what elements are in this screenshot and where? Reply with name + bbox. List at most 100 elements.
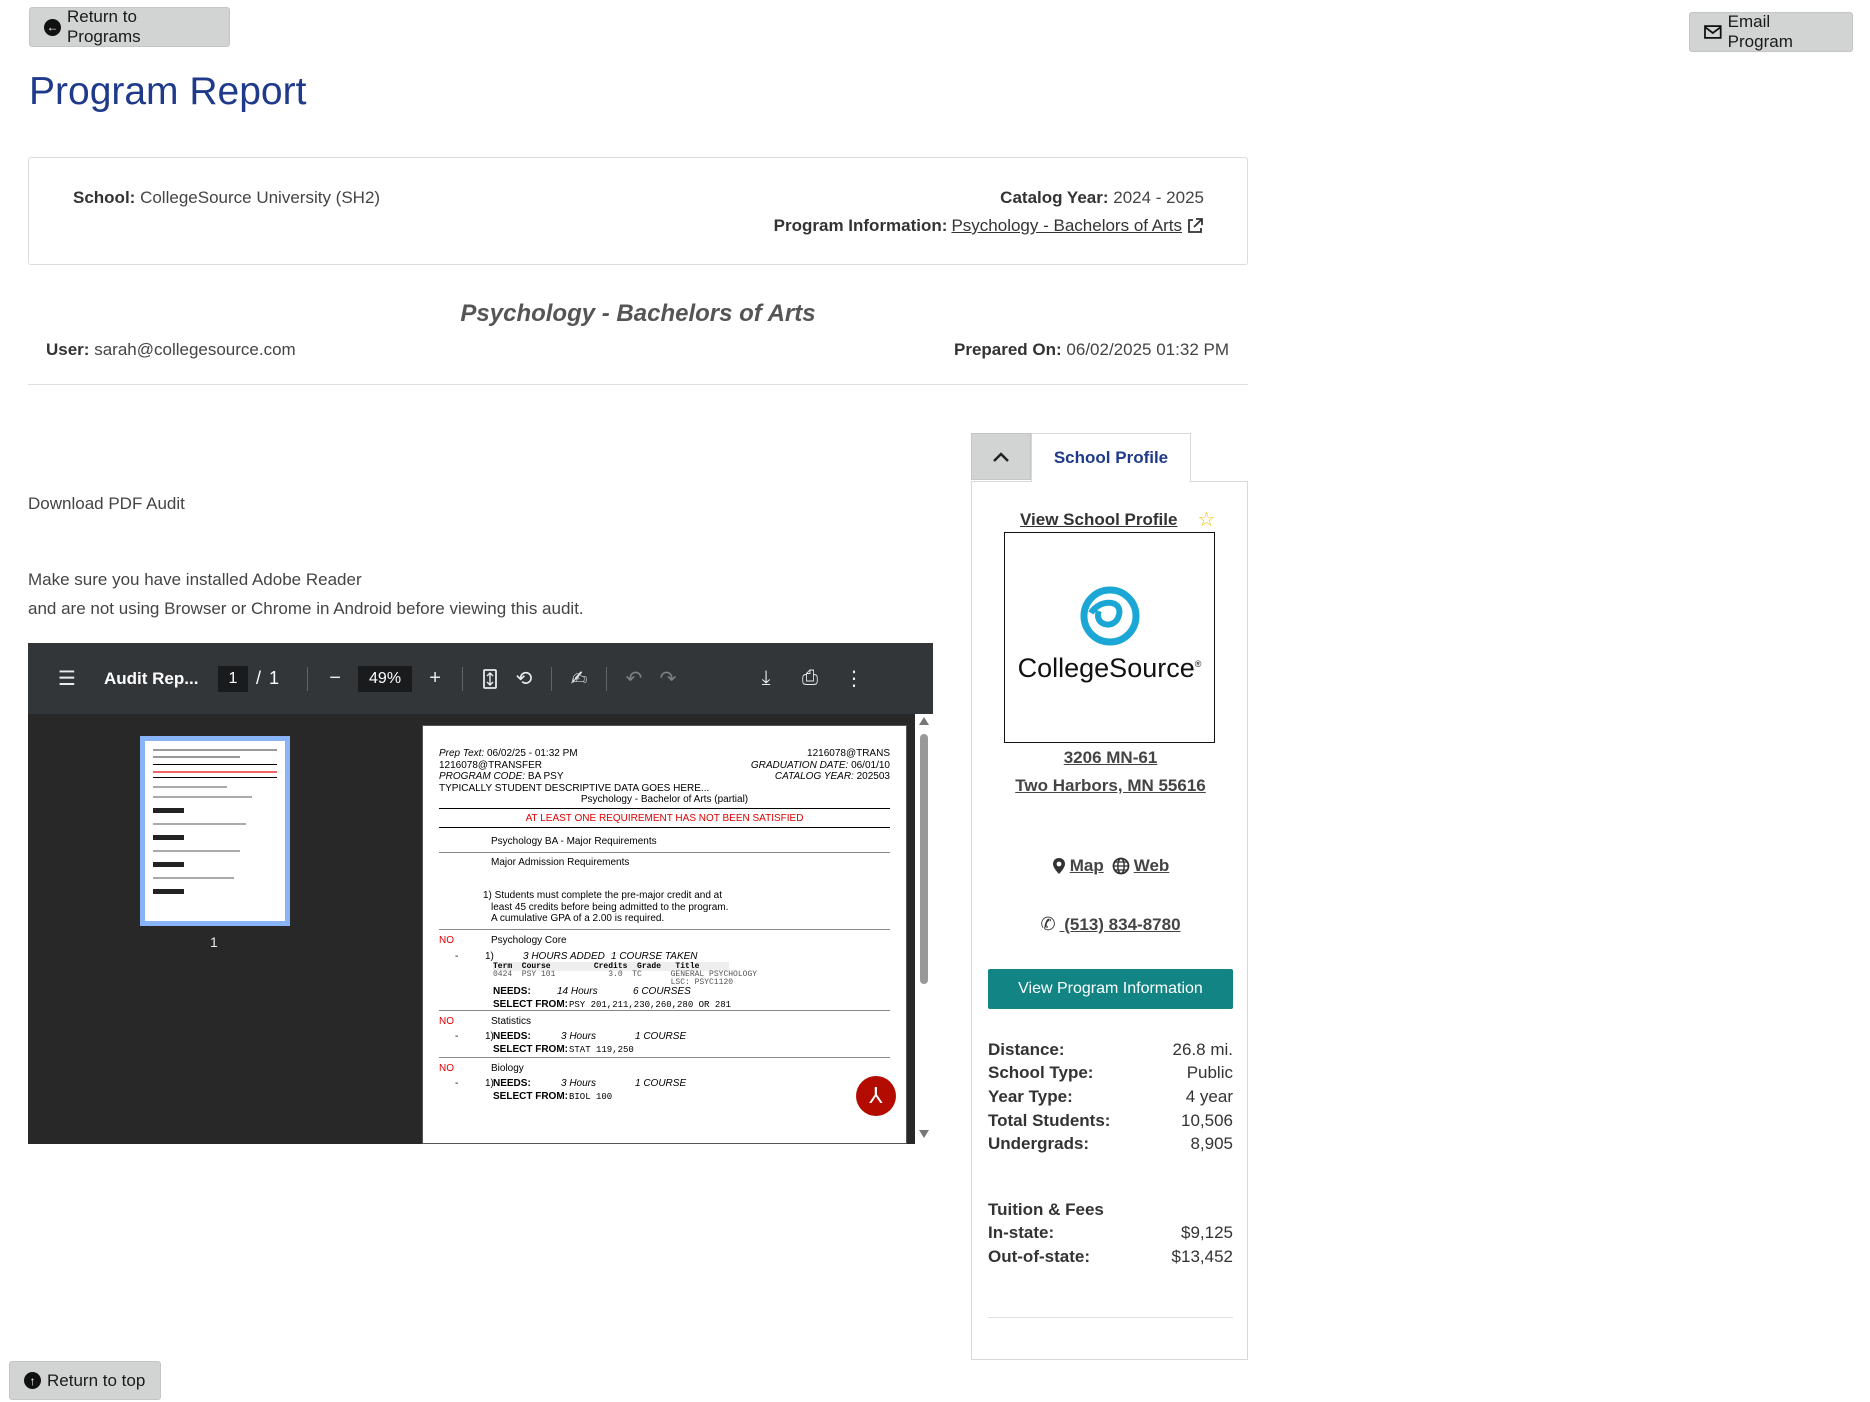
return-to-programs-button[interactable]: ← Return to Programs	[29, 7, 230, 47]
adobe-acrobat-icon[interactable]: ⅄	[856, 1076, 896, 1116]
pdf-body: 1 Prep Text: 06/02/25 - 01:32 PM 1216078…	[28, 714, 933, 1144]
star-icon[interactable]: ☆	[1197, 507, 1215, 532]
rotate-icon[interactable]: ⟲	[507, 666, 541, 691]
program-info-label: Program Information:	[773, 216, 948, 235]
email-program-button[interactable]: Email Program	[1689, 12, 1853, 52]
scroll-down-icon[interactable]	[919, 1130, 929, 1138]
address-line2[interactable]: Two Harbors, MN 55616	[1015, 776, 1206, 795]
zoom-in-icon[interactable]: +	[418, 667, 452, 690]
stat-value: 4 year	[1185, 1086, 1233, 1106]
collapse-panel-button[interactable]	[971, 433, 1031, 480]
phone-link[interactable]: (513) 834-8780	[1060, 915, 1180, 935]
program-code-value: BA PSY	[527, 771, 564, 782]
tuition-label: In-state:	[988, 1223, 1055, 1243]
more-options-icon[interactable]: ⋮	[837, 666, 871, 691]
id-right: 1216078@TRANS	[807, 748, 890, 759]
user-value: sarah@collegesource.com	[94, 340, 296, 359]
requirement-warning: AT LEAST ONE REQUIREMENT HAS NOT BEEN SA…	[525, 812, 804, 824]
collegesource-logo-mark-icon	[1080, 586, 1140, 646]
major-requirements: Psychology BA - Major Requirements	[491, 836, 657, 847]
annotate-icon[interactable]: ✍	[562, 666, 596, 691]
grad-value: 06/01/10	[851, 759, 890, 771]
panel-divider	[988, 1317, 1233, 1318]
toolbar-separator	[307, 666, 309, 691]
pdf-page: Prep Text: 06/02/25 - 01:32 PM 1216078@T…	[422, 725, 907, 1144]
scroll-up-icon[interactable]	[919, 717, 929, 725]
page-number-input[interactable]: 1	[218, 665, 248, 692]
core-needs-hours: 14 Hours	[557, 985, 598, 997]
print-icon[interactable]: ⎙	[793, 667, 827, 690]
view-program-information-button[interactable]: View Program Information	[988, 969, 1233, 1009]
address-line1[interactable]: 3206 MN-61	[1064, 748, 1158, 767]
prep-text-label: Prep Text:	[439, 748, 485, 759]
arrow-left-circle-icon: ←	[44, 18, 61, 36]
pdf-scrollbar[interactable]	[915, 714, 933, 1144]
map-link[interactable]: Map	[1070, 856, 1104, 876]
download-pdf-audit-text: Download PDF Audit	[28, 494, 185, 513]
stat-label: School Type:	[988, 1063, 1094, 1083]
admission-requirements: Major Admission Requirements	[491, 856, 630, 868]
catalog-label: CATALOG YEAR:	[774, 771, 854, 782]
stat-row: Distance: 26.8 mi.	[988, 1038, 1233, 1062]
return-to-top-button[interactable]: ↑ Return to top	[9, 1361, 161, 1400]
stat-row: Year Type: 4 year	[988, 1085, 1233, 1109]
view-school-profile-link[interactable]: View School Profile	[1020, 510, 1177, 530]
bio-select-label: SELECT FROM:	[493, 1090, 568, 1102]
tuition-label: Out-of-state:	[988, 1246, 1090, 1266]
report-title: Psychology - Bachelors of Arts	[460, 300, 816, 327]
core-needs-label: NEEDS:	[493, 985, 531, 997]
tab-school-profile[interactable]: School Profile	[1031, 433, 1191, 482]
program-name: Psychology - Bachelor of Arts (partial)	[580, 794, 749, 805]
prepared-label: Prepared On:	[953, 340, 1062, 359]
return-to-top-label: Return to top	[47, 1370, 146, 1390]
tuition-value: $13,452	[1171, 1246, 1233, 1266]
core-no-label: NO	[439, 934, 454, 946]
zoom-input[interactable]: 49%	[358, 665, 413, 692]
stat-label: Year Type:	[988, 1086, 1073, 1106]
school-info: School: CollegeSource University (SH2)	[73, 188, 380, 208]
program-info-link[interactable]: Psychology - Bachelors of Arts	[951, 216, 1182, 236]
tuition-row: In-state: $9,125	[988, 1222, 1233, 1246]
bio-no-label: NO	[439, 1062, 454, 1074]
pdf-toolbar: ☰ Audit Rep... 1 / 1 − 49% + ⟲ ✍ ↶ ↷ ⤓ ⎙…	[28, 643, 933, 714]
tuition-row: Out-of-state: $13,452	[988, 1245, 1233, 1269]
catalog-year-info: Catalog Year: 2024 - 2025	[1000, 188, 1204, 208]
core-title: Psychology Core	[491, 934, 567, 946]
page-total: 1	[269, 668, 280, 688]
undo-icon[interactable]: ↶	[617, 666, 651, 691]
stat-row: Total Students: 10,506	[988, 1109, 1233, 1133]
download-icon[interactable]: ⤓	[749, 667, 783, 690]
core-course-taken: 1 COURSE TAKEN	[611, 950, 698, 962]
logo-text: CollegeSource	[1017, 653, 1195, 683]
tuition-value: $9,125	[1181, 1223, 1233, 1243]
grad-label: GRADUATION DATE:	[750, 759, 849, 771]
stats-select-label: SELECT FROM:	[493, 1043, 568, 1055]
stats-hours: 3 Hours	[561, 1030, 597, 1042]
toolbar-separator	[462, 666, 464, 691]
user-label: User:	[46, 340, 90, 359]
scrollbar-thumb[interactable]	[920, 734, 928, 984]
envelope-icon	[1704, 25, 1722, 39]
web-link[interactable]: Web	[1134, 856, 1170, 876]
tuition-fees: Tuition & Fees In-state: $9,125 Out-of-st…	[988, 1198, 1233, 1269]
program-information-row: Program Information: Psychology - Bachel…	[774, 216, 1204, 236]
biology-section: NO Biology - 1) NEEDS: 3 Hours 1 COURSE …	[439, 1058, 890, 1104]
email-program-label: Email Program	[1727, 12, 1793, 51]
stat-label: Distance:	[988, 1039, 1065, 1059]
page-thumbnail[interactable]	[140, 736, 290, 926]
toolbar-separator	[606, 666, 608, 691]
map-web-links: Map Web	[972, 856, 1249, 876]
menu-icon[interactable]: ☰	[50, 666, 84, 691]
prep-text-value: 06/02/25 - 01:32 PM	[487, 748, 578, 759]
zoom-out-icon[interactable]: −	[318, 667, 352, 690]
bio-needs-label: NEEDS:	[493, 1077, 531, 1089]
fit-page-icon[interactable]	[473, 668, 507, 689]
redo-icon[interactable]: ↷	[651, 666, 685, 691]
thumbnail-sidebar: 1	[28, 714, 406, 1144]
bio-hours: 3 Hours	[561, 1077, 597, 1089]
program-code-label: PROGRAM CODE:	[439, 771, 526, 782]
descriptive-text: TYPICALLY STUDENT DESCRIPTIVE DATA GOES …	[439, 782, 710, 794]
catalog-value: 202503	[856, 771, 890, 782]
pdf-viewer[interactable]: ☰ Audit Rep... 1 / 1 − 49% + ⟲ ✍ ↶ ↷ ⤓ ⎙…	[28, 643, 933, 1144]
adobe-note-line2: and are not using Browser or Chrome in A…	[28, 599, 584, 618]
